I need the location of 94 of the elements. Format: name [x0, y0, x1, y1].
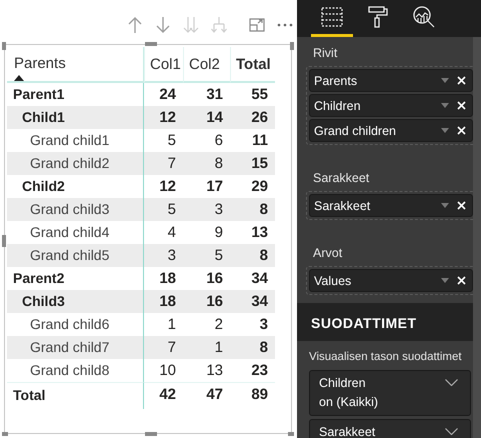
- table-cell: 3: [144, 244, 183, 267]
- row-header-cell: Child1: [7, 106, 144, 129]
- remove-icon[interactable]: [457, 201, 466, 210]
- filter-condition: on (Kaikki): [319, 395, 378, 409]
- table-cell-text: 2: [214, 315, 224, 335]
- dropdown-caret-icon[interactable]: [441, 278, 449, 283]
- field-pill[interactable]: Grand children: [309, 119, 473, 142]
- table-cell-text: 5: [166, 131, 177, 151]
- table-cell: 5: [183, 244, 230, 267]
- field-name: Grand children: [314, 124, 397, 138]
- column-header[interactable]: Col2: [183, 47, 230, 83]
- table-cell: 8: [230, 198, 275, 221]
- filter-section-label: Visuaalisen tason suodattimet: [308, 350, 463, 365]
- table-cell-text: 6: [214, 131, 224, 151]
- table-cell: 42: [144, 382, 183, 409]
- scrollbar[interactable]: [473, 37, 481, 438]
- field-name: Values: [314, 274, 352, 288]
- table-cell-text: 1: [166, 315, 177, 335]
- table-cell-text: 31: [205, 85, 224, 105]
- field-pill[interactable]: Children: [309, 94, 473, 117]
- table-grid-icon: [321, 7, 343, 27]
- table-cell: 26: [230, 106, 275, 129]
- field-pill[interactable]: Values: [309, 269, 473, 292]
- magnifier-chart-icon: [413, 6, 435, 28]
- sort-down-arrow-icon[interactable]: [155, 16, 171, 34]
- table-cell: 8: [183, 152, 230, 175]
- filter-card[interactable]: Sarakkeet: [309, 419, 471, 438]
- table-cell-text: 34: [250, 269, 269, 289]
- remove-icon[interactable]: [457, 126, 466, 135]
- table-cell-text: 4: [166, 223, 177, 243]
- table-cell-text: 24: [158, 85, 177, 105]
- table-cell: 3: [183, 198, 230, 221]
- table-cell-text: 3: [258, 315, 269, 335]
- row-header-cell: Grand child8: [7, 359, 144, 382]
- row-header-cell: Child3: [7, 290, 144, 313]
- table-cell-text: 13: [250, 223, 269, 243]
- table-cell: 8: [230, 336, 275, 359]
- row-header-cell: Grand child7: [7, 336, 144, 359]
- total-row-label: Total: [7, 382, 144, 409]
- table-cell: 7: [144, 336, 183, 359]
- well-title: Rivit: [312, 45, 338, 62]
- well-title: Arvot: [312, 245, 344, 262]
- row-header-cell: Grand child3: [7, 198, 144, 221]
- chevron-down-icon[interactable]: [445, 428, 458, 435]
- table-cell: 16: [183, 290, 230, 313]
- more-options-icon[interactable]: [277, 23, 293, 27]
- table-cell: 15: [230, 152, 275, 175]
- dropdown-caret-icon[interactable]: [441, 203, 449, 208]
- dropdown-caret-icon[interactable]: [441, 78, 449, 83]
- remove-icon[interactable]: [457, 101, 466, 110]
- field-pill[interactable]: Parents: [309, 69, 473, 92]
- dropdown-caret-icon[interactable]: [441, 103, 449, 108]
- chevron-down-icon[interactable]: [445, 379, 458, 386]
- table-cell-text: 23: [250, 361, 269, 381]
- well-title: Sarakkeet: [312, 170, 370, 187]
- field-pill[interactable]: Sarakkeet: [309, 194, 473, 217]
- table-cell-text: 12: [158, 177, 177, 197]
- table-cell: 7: [144, 152, 183, 175]
- table-cell-text: 17: [205, 177, 224, 197]
- field-name: Sarakkeet: [314, 198, 372, 212]
- table-cell: 18: [144, 290, 183, 313]
- paint-roller-icon: [368, 6, 388, 28]
- table-cell-text: 11: [251, 131, 269, 151]
- table-cell-text: 16: [205, 269, 224, 289]
- table-cell-text: 9: [214, 223, 224, 243]
- filter-field: Sarakkeet: [319, 425, 376, 438]
- column-header[interactable]: Col1: [144, 47, 183, 83]
- table-cell-text: 13: [205, 361, 224, 381]
- column-header[interactable]: Parents: [14, 56, 66, 72]
- table-cell: 47: [183, 382, 230, 409]
- table-cell: 5: [144, 198, 183, 221]
- table-cell: 89: [230, 382, 275, 409]
- remove-icon[interactable]: [457, 76, 466, 85]
- dropdown-caret-icon[interactable]: [441, 128, 449, 133]
- filters-header: SUODATTIMET: [297, 303, 473, 341]
- filter-field: Children: [319, 376, 378, 390]
- row-header-cell: Grand child5: [7, 244, 144, 267]
- table-cell-text: 29: [250, 177, 269, 197]
- table-cell-text: 18: [158, 269, 177, 289]
- column-header[interactable]: Total: [230, 47, 275, 83]
- filter-card[interactable]: Children on (Kaikki): [309, 370, 471, 416]
- table-cell: 1: [183, 336, 230, 359]
- remove-icon[interactable]: [457, 276, 466, 285]
- table-cell-text: 10: [158, 361, 177, 381]
- table-cell-text: 55: [250, 85, 269, 105]
- table-cell: 12: [144, 106, 183, 129]
- table-cell: 34: [230, 290, 275, 313]
- field-name: Children: [314, 98, 362, 112]
- table-cell: 8: [230, 244, 275, 267]
- sort-up-arrow-icon[interactable]: [127, 16, 143, 34]
- field-name: Parents: [314, 74, 358, 88]
- focus-mode-icon[interactable]: [249, 18, 265, 32]
- row-header-cell: Grand child2: [7, 152, 144, 175]
- table-cell: 14: [183, 106, 230, 129]
